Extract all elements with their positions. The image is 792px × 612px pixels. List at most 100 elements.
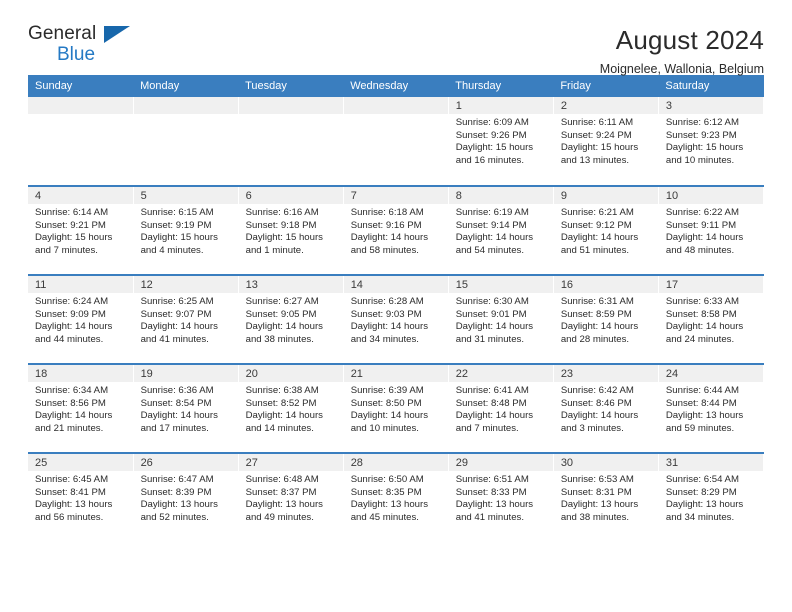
daylight-duration-line2: and 54 minutes. bbox=[455, 244, 525, 256]
day-number: 2 bbox=[553, 97, 658, 114]
day-number: 11 bbox=[28, 276, 133, 293]
weekday-header-wednesday: Wednesday bbox=[343, 75, 449, 97]
calendar-day-cell[interactable]: 30 Sunrise: 6:53 AM Sunset: 8:31 PM Dayligh… bbox=[553, 452, 659, 542]
calendar-day-cell[interactable]: 28 Sunrise: 6:50 AM Sunset: 8:35 PM Dayligh… bbox=[343, 452, 449, 542]
calendar-day-cell[interactable]: 5 Sunrise: 6:15 AM Sunset: 9:19 PM Daylight… bbox=[133, 185, 239, 275]
day-number: 22 bbox=[448, 365, 553, 382]
daylight-duration-line2: and 31 minutes. bbox=[455, 333, 525, 345]
day-number: 31 bbox=[658, 454, 763, 471]
calendar-day-cell[interactable]: 4 Sunrise: 6:14 AM Sunset: 9:21 PM Daylight… bbox=[28, 185, 134, 275]
daylight-duration-line1: Daylight: 14 hours bbox=[560, 410, 639, 422]
calendar-day-cell[interactable]: 13 Sunrise: 6:27 AM Sunset: 9:05 PM Dayligh… bbox=[238, 274, 344, 364]
calendar-day-cell[interactable]: 1 Sunrise: 6:09 AM Sunset: 9:26 PM Daylight… bbox=[448, 97, 554, 186]
day-number: 8 bbox=[448, 187, 553, 204]
day-number: 28 bbox=[343, 454, 448, 471]
day-number: 10 bbox=[658, 187, 763, 204]
sunset-time: Sunset: 8:46 PM bbox=[560, 397, 632, 409]
sunset-time: Sunset: 8:29 PM bbox=[665, 486, 737, 498]
sunset-time: Sunset: 8:58 PM bbox=[665, 308, 737, 320]
brand-logo[interactable]: General Blue bbox=[28, 24, 148, 70]
daylight-duration-line1: Daylight: 14 hours bbox=[350, 232, 429, 244]
brand-triangle-icon bbox=[104, 26, 130, 43]
calendar-day-cell[interactable]: 7 Sunrise: 6:18 AM Sunset: 9:16 PM Daylight… bbox=[343, 185, 449, 275]
day-number: 15 bbox=[448, 276, 553, 293]
sunset-time: Sunset: 8:52 PM bbox=[245, 397, 317, 409]
sunset-time: Sunset: 9:26 PM bbox=[455, 129, 527, 141]
calendar-day-cell[interactable]: 31 Sunrise: 6:54 AM Sunset: 8:29 PM Dayligh… bbox=[658, 452, 765, 542]
daylight-duration-line1: Daylight: 15 hours bbox=[455, 142, 534, 154]
sunrise-time: Sunrise: 6:28 AM bbox=[350, 296, 424, 307]
calendar-day-cell[interactable]: 10 Sunrise: 6:22 AM Sunset: 9:11 PM Dayligh… bbox=[658, 185, 765, 275]
calendar-day-cell[interactable]: 14 Sunrise: 6:28 AM Sunset: 9:03 PM Dayligh… bbox=[343, 274, 449, 364]
sunset-time: Sunset: 9:18 PM bbox=[245, 219, 317, 231]
daylight-duration-line2: and 38 minutes. bbox=[560, 511, 630, 523]
calendar-day-cell-empty bbox=[343, 97, 449, 186]
day-number: 16 bbox=[553, 276, 658, 293]
daylight-duration-line1: Daylight: 15 hours bbox=[140, 232, 218, 244]
day-details: Sunrise: 6:34 AM Sunset: 8:56 PM Daylight:… bbox=[28, 382, 133, 435]
day-details: Sunrise: 6:31 AM Sunset: 8:59 PM Daylight:… bbox=[554, 293, 658, 346]
calendar-day-cell[interactable]: 22 Sunrise: 6:41 AM Sunset: 8:48 PM Dayligh… bbox=[448, 363, 554, 453]
calendar-day-cell[interactable]: 19 Sunrise: 6:36 AM Sunset: 8:54 PM Dayligh… bbox=[133, 363, 239, 453]
day-number: 25 bbox=[28, 454, 133, 471]
sunset-time: Sunset: 9:05 PM bbox=[245, 308, 317, 320]
day-details: Sunrise: 6:42 AM Sunset: 8:46 PM Daylight:… bbox=[554, 382, 658, 435]
daylight-duration-line1: Daylight: 13 hours bbox=[140, 499, 218, 511]
sunset-time: Sunset: 8:50 PM bbox=[350, 397, 422, 409]
title-block: August 2024 Moignelee, Wallonia, Belgium bbox=[600, 24, 764, 78]
day-details: Sunrise: 6:16 AM Sunset: 9:18 PM Daylight:… bbox=[239, 204, 343, 257]
daylight-duration-line2: and 38 minutes. bbox=[245, 333, 314, 345]
daylight-duration-line1: Daylight: 14 hours bbox=[455, 321, 534, 333]
sunrise-time: Sunrise: 6:53 AM bbox=[560, 474, 634, 485]
day-number: 1 bbox=[448, 97, 553, 114]
daylight-duration-line2: and 59 minutes. bbox=[665, 422, 735, 434]
calendar-day-cell-empty bbox=[28, 97, 134, 186]
sunrise-time: Sunrise: 6:48 AM bbox=[245, 474, 319, 485]
calendar-day-cell[interactable]: 17 Sunrise: 6:33 AM Sunset: 8:58 PM Dayligh… bbox=[658, 274, 765, 364]
daylight-duration-line2: and 48 minutes. bbox=[665, 244, 735, 256]
sunrise-time: Sunrise: 6:42 AM bbox=[560, 385, 634, 396]
sunset-time: Sunset: 8:59 PM bbox=[560, 308, 632, 320]
daylight-duration-line1: Daylight: 15 hours bbox=[665, 142, 744, 154]
calendar-page: General Blue August 2024 Moignelee, Wall… bbox=[0, 0, 792, 612]
calendar-day-cell[interactable]: 26 Sunrise: 6:47 AM Sunset: 8:39 PM Dayligh… bbox=[133, 452, 239, 542]
calendar-day-cell[interactable]: 29 Sunrise: 6:51 AM Sunset: 8:33 PM Dayligh… bbox=[448, 452, 554, 542]
sunrise-time: Sunrise: 6:41 AM bbox=[455, 385, 529, 396]
calendar-day-cell[interactable]: 12 Sunrise: 6:25 AM Sunset: 9:07 PM Dayligh… bbox=[133, 274, 239, 364]
daylight-duration-line2: and 16 minutes. bbox=[455, 154, 525, 166]
calendar-day-cell[interactable]: 27 Sunrise: 6:48 AM Sunset: 8:37 PM Dayligh… bbox=[238, 452, 344, 542]
daylight-duration-line1: Daylight: 13 hours bbox=[245, 499, 323, 511]
calendar-day-cell[interactable]: 3 Sunrise: 6:12 AM Sunset: 9:23 PM Daylight… bbox=[658, 97, 765, 186]
brand-name-general: General bbox=[28, 23, 97, 44]
sunset-time: Sunset: 9:09 PM bbox=[35, 308, 106, 320]
daylight-duration-line1: Daylight: 14 hours bbox=[455, 232, 534, 244]
calendar-day-cell[interactable]: 9 Sunrise: 6:21 AM Sunset: 9:12 PM Daylight… bbox=[553, 185, 659, 275]
day-details: Sunrise: 6:30 AM Sunset: 9:01 PM Daylight:… bbox=[449, 293, 553, 346]
calendar-day-cell[interactable]: 2 Sunrise: 6:11 AM Sunset: 9:24 PM Daylight… bbox=[553, 97, 659, 186]
sunrise-time: Sunrise: 6:15 AM bbox=[140, 207, 214, 218]
daylight-duration-line2: and 21 minutes. bbox=[35, 422, 104, 434]
weekday-header-thursday: Thursday bbox=[448, 75, 554, 97]
sunrise-time: Sunrise: 6:31 AM bbox=[560, 296, 634, 307]
day-number: 7 bbox=[343, 187, 448, 204]
calendar-day-cell[interactable]: 18 Sunrise: 6:34 AM Sunset: 8:56 PM Dayligh… bbox=[28, 363, 134, 453]
calendar-day-cell[interactable]: 11 Sunrise: 6:24 AM Sunset: 9:09 PM Dayligh… bbox=[28, 274, 134, 364]
calendar-day-cell[interactable]: 15 Sunrise: 6:30 AM Sunset: 9:01 PM Dayligh… bbox=[448, 274, 554, 364]
day-details: Sunrise: 6:18 AM Sunset: 9:16 PM Daylight:… bbox=[344, 204, 448, 257]
daylight-duration-line2: and 4 minutes. bbox=[140, 244, 204, 256]
daylight-duration-line2: and 10 minutes. bbox=[350, 422, 419, 434]
sunset-time: Sunset: 9:16 PM bbox=[350, 219, 422, 231]
calendar-day-cell[interactable]: 21 Sunrise: 6:39 AM Sunset: 8:50 PM Dayligh… bbox=[343, 363, 449, 453]
sunrise-time: Sunrise: 6:47 AM bbox=[140, 474, 214, 485]
day-details: Sunrise: 6:41 AM Sunset: 8:48 PM Daylight:… bbox=[449, 382, 553, 435]
calendar-day-cell[interactable]: 6 Sunrise: 6:16 AM Sunset: 9:18 PM Daylight… bbox=[238, 185, 344, 275]
calendar-day-cell[interactable]: 24 Sunrise: 6:44 AM Sunset: 8:44 PM Dayligh… bbox=[658, 363, 765, 453]
calendar-day-cell[interactable]: 20 Sunrise: 6:38 AM Sunset: 8:52 PM Dayligh… bbox=[238, 363, 344, 453]
day-number: 30 bbox=[553, 454, 658, 471]
calendar-day-cell[interactable]: 23 Sunrise: 6:42 AM Sunset: 8:46 PM Dayligh… bbox=[553, 363, 659, 453]
sunrise-time: Sunrise: 6:38 AM bbox=[245, 385, 319, 396]
day-details: Sunrise: 6:15 AM Sunset: 9:19 PM Daylight:… bbox=[134, 204, 238, 257]
calendar-day-cell[interactable]: 8 Sunrise: 6:19 AM Sunset: 9:14 PM Daylight… bbox=[448, 185, 554, 275]
calendar-day-cell[interactable]: 16 Sunrise: 6:31 AM Sunset: 8:59 PM Dayligh… bbox=[553, 274, 659, 364]
calendar-day-cell[interactable]: 25 Sunrise: 6:45 AM Sunset: 8:41 PM Dayligh… bbox=[28, 452, 134, 542]
